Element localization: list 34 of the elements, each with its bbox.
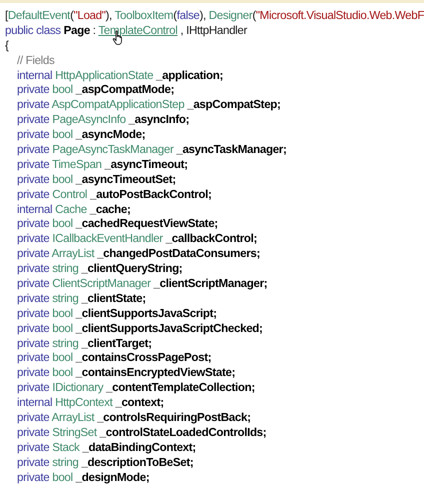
code-line: private PageAsyncTaskManager _asyncTaskManager; — [17, 143, 286, 156]
code-line: private PageAsyncInfo _asyncInfo; — [17, 113, 190, 126]
code-line: private ArrayList _controlsRequiringPostBack; — [17, 411, 251, 424]
code-line: internal HttpApplicationState _application; — [17, 68, 224, 82]
code-comment: // Fields — [17, 54, 54, 67]
code-line: internal Cache _cache; — [17, 202, 130, 216]
code-line: private string _descriptionToBeSet; — [17, 456, 194, 469]
code-line: private bool _clientSupportsJavaScript; — [17, 306, 217, 320]
code-line: private bool _containsCrossPagePost; — [17, 351, 212, 364]
code-line: private bool _asyncMode; — [17, 128, 146, 142]
code-line: private StringSet _controlStateLoadedControlIds; — [17, 426, 266, 439]
code-line: private string _clientTarget; — [17, 336, 152, 350]
code-line: private Stack _dataBindingContext; — [17, 440, 196, 454]
code-line: private bool _designMode; — [17, 470, 150, 484]
code-line: private bool _aspCompatMode; — [17, 83, 174, 96]
code-line: [DefaultEvent("Load"), ToolboxItem(false), Designer("Microsoft.VisualStudio.Web.WebF — [5, 9, 424, 24]
code-line: private IDictionary _contentTemplateCollection; — [17, 381, 255, 394]
code-line: internal HttpContext _context; — [17, 396, 164, 410]
code-line: private bool _asyncTimeoutSet; — [17, 172, 176, 186]
code-line: private AspCompatApplicationStep _aspCompatStep; — [17, 98, 281, 112]
code-line: private ArrayList _changedPostDataConsumers; — [17, 247, 260, 260]
code-line: private bool _clientSupportsJavaScriptChecked; — [17, 322, 263, 335]
open-brace: { — [5, 38, 9, 52]
code-line: private string _clientQueryString; — [17, 262, 182, 276]
code-line: private string _clientState; — [17, 292, 146, 305]
code-line: private bool _containsEncryptedViewState; — [17, 366, 236, 380]
code-line: private TimeSpan _asyncTimeout; — [17, 158, 188, 171]
code-text: , IHttpHandler — [180, 24, 248, 37]
code-line: private Control _autoPostBackControl; — [17, 188, 212, 201]
code-line: private ICallbackEventHandler _callbackControl; — [17, 232, 258, 246]
code-text: public class Page : — [5, 24, 96, 37]
code-line: private bool _cachedRequestViewState; — [17, 217, 218, 230]
code-line: private ClientScriptManager _clientScriptManager; — [17, 277, 268, 290]
type-link[interactable]: TemplateControl — [98, 24, 178, 37]
